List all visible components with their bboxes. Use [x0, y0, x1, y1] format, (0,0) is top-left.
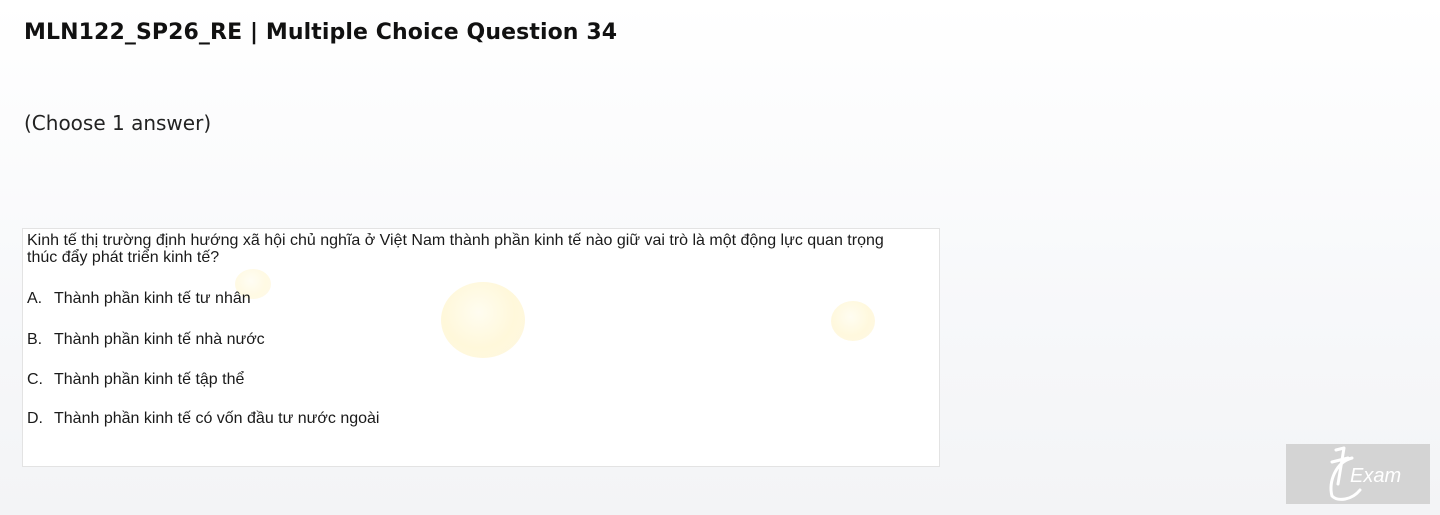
option-text: Thành phần kinh tế tập thể	[54, 371, 245, 388]
option-letter: A.	[27, 290, 43, 307]
answer-option-a: A. Thành phần kinh tế tư nhân	[27, 290, 251, 308]
option-letter: B.	[27, 331, 43, 348]
logo-text: Exam	[1350, 465, 1401, 487]
answer-option-c: C. Thành phần kinh tế tập thể	[27, 371, 244, 389]
option-letter: D.	[27, 410, 43, 427]
question-text: Kinh tế thị trường định hướng xã hội chủ…	[27, 232, 884, 266]
option-text: Thành phần kinh tế nhà nước	[54, 331, 265, 348]
decorative-smiley-icon	[831, 301, 875, 341]
question-image: Kinh tế thị trường định hướng xã hội chủ…	[22, 228, 940, 467]
page-title: MLN122_SP26_RE | Multiple Choice Questio…	[24, 20, 618, 45]
fu-exam-logo: Exam	[1286, 444, 1430, 504]
decorative-smiley-icon	[441, 282, 525, 358]
answer-instruction: (Choose 1 answer)	[24, 111, 212, 135]
fu-logo-icon: Exam	[1329, 446, 1401, 501]
option-text: Thành phần kinh tế tư nhân	[54, 290, 251, 307]
option-letter: C.	[27, 371, 43, 388]
option-text: Thành phần kinh tế có vốn đầu tư nước ng…	[54, 410, 380, 427]
answer-option-d: D. Thành phần kinh tế có vốn đầu tư nước …	[27, 410, 379, 428]
answer-option-b: B. Thành phần kinh tế nhà nước	[27, 331, 265, 349]
